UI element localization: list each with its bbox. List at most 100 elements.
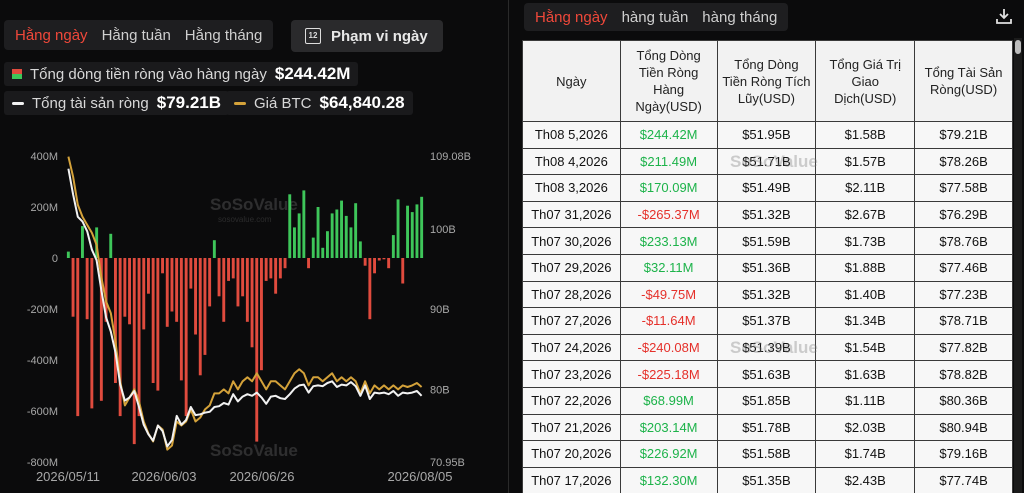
download-icon[interactable] xyxy=(994,6,1014,26)
cell-cumulative-net-inflow: $51.35B xyxy=(716,466,817,493)
cell-value-traded: $1.58B xyxy=(815,121,916,149)
inflow-bar xyxy=(344,215,348,258)
inflow-bar xyxy=(316,207,320,258)
inflow-bar xyxy=(81,226,84,258)
cell-date: Th08 5,2026 xyxy=(522,121,621,149)
table-row[interactable]: Th07 27,2026 -$11.64M $51.37B $1.34B $78.71B xyxy=(522,307,1013,335)
cell-cumulative-net-inflow: $51.95B xyxy=(716,121,817,149)
inflow-bar xyxy=(90,258,94,409)
table-row[interactable]: Th07 20,2026 $226.92M $51.58B $1.74B $79.16B xyxy=(522,440,1013,468)
cell-daily-net-inflow: $68.99M xyxy=(619,386,718,415)
inflow-bar xyxy=(109,233,113,258)
inflow-bar xyxy=(227,258,230,281)
cell-cumulative-net-inflow: $51.49B xyxy=(716,174,817,202)
inflow-swatch xyxy=(12,69,22,79)
flow-table: Ngày Tổng Dòng Tiền Ròng Hàng Ngày(USD) … xyxy=(522,40,1013,493)
cell-daily-net-inflow: $244.42M xyxy=(619,121,718,149)
chart-watermark: SoSoValue xyxy=(210,441,298,460)
tab-daily[interactable]: Hằng ngày xyxy=(8,23,95,48)
inflow-bar xyxy=(137,258,141,417)
tab-weekly[interactable]: Hằng tuần xyxy=(95,23,178,48)
left-axis-tick: 0 xyxy=(52,253,58,265)
legend-btc-price: Giá BTC $64,840.28 xyxy=(226,91,413,115)
inflow-bar xyxy=(358,241,362,258)
cell-cumulative-net-inflow: $51.63B xyxy=(716,360,817,388)
inflow-bar xyxy=(354,203,358,258)
table-row[interactable]: Th07 28,2026 -$49.75M $51.32B $1.40B $77.23B xyxy=(522,280,1013,309)
table-row[interactable]: Th07 21,2026 $203.14M $51.78B $2.03B $80.94B xyxy=(522,413,1013,442)
cell-value-traded: $2.03B xyxy=(815,413,916,442)
cell-value-traded: $2.11B xyxy=(815,174,916,202)
inflow-bar xyxy=(85,258,89,320)
cell-date: Th07 22,2026 xyxy=(522,386,621,415)
cell-cumulative-net-inflow: $51.36B xyxy=(716,253,817,282)
inflow-bar xyxy=(203,258,207,355)
inflow-bar xyxy=(260,258,263,371)
cell-cumulative-net-inflow: $51.85B xyxy=(716,386,817,415)
col-cumulative-net-inflow[interactable]: Tổng Dòng Tiền Ròng Tích Lũy(USD) xyxy=(716,40,817,122)
cell-cumulative-net-inflow: $51.32B xyxy=(716,280,817,309)
table-period-tabs: Hằng ngày hàng tuần hàng tháng xyxy=(524,3,789,31)
table-row[interactable]: Th07 29,2026 $32.11M $51.36B $1.88B $77.46B xyxy=(522,253,1013,282)
col-total-net-assets[interactable]: Tổng Tài Sản Ròng(USD) xyxy=(914,40,1013,122)
inflow-bar xyxy=(293,227,296,258)
inflow-bar xyxy=(377,258,381,261)
cell-date: Th07 28,2026 xyxy=(522,280,621,309)
cell-total-net-assets: $76.29B xyxy=(914,200,1013,229)
table-scrollbar[interactable] xyxy=(1014,38,1022,493)
table-row[interactable]: Th07 22,2026 $68.99M $51.85B $1.11B $80.36B xyxy=(522,386,1013,415)
inflow-chart[interactable]: 400M 200M 0 -200M -400M -600M -800M 109.08B 100B… xyxy=(0,140,506,493)
right-axis-tick: 70.95B xyxy=(430,457,465,469)
chart-watermark-sub: sosovalue.com xyxy=(218,215,272,224)
table-row[interactable]: Th08 5,2026 $244.42M $51.95B $1.58B $79.21B xyxy=(522,121,1013,149)
table-row[interactable]: Th08 4,2026 $211.49M $51.71B $1.57B $78.26B xyxy=(522,147,1013,176)
cell-date: Th08 4,2026 xyxy=(522,147,621,176)
inflow-bar xyxy=(410,212,414,258)
inflow-bar xyxy=(76,258,80,417)
inflow-bar xyxy=(128,258,131,325)
cell-value-traded: $2.43B xyxy=(815,466,916,493)
legend-net-assets: Tổng tài sản ròng $79.21B xyxy=(4,91,230,115)
cell-total-net-assets: $77.23B xyxy=(914,280,1013,309)
cell-value-traded: $1.88B xyxy=(815,253,916,282)
inflow-bar xyxy=(175,258,179,322)
inflow-bar xyxy=(208,258,212,307)
left-axis-tick: 400M xyxy=(30,151,58,163)
table-row[interactable]: Th07 30,2026 $233.13M $51.59B $1.73B $78.76B xyxy=(522,227,1013,255)
date-range-button[interactable]: 12 Phạm vi ngày xyxy=(291,20,443,52)
cell-daily-net-inflow: -$49.75M xyxy=(619,280,718,309)
inflow-bar xyxy=(118,258,122,417)
col-daily-net-inflow[interactable]: Tổng Dòng Tiền Ròng Hàng Ngày(USD) xyxy=(619,40,718,122)
inflow-bar xyxy=(212,240,216,258)
col-date[interactable]: Ngày xyxy=(522,40,621,122)
table-row[interactable]: Th07 31,2026 -$265.37M $51.32B $2.67B $76.29… xyxy=(522,200,1013,229)
cell-date: Th07 21,2026 xyxy=(522,413,621,442)
table-tab-daily[interactable]: Hằng ngày xyxy=(528,5,615,30)
legend-daily-inflow: Tổng dòng tiền ròng vào hàng ngày $244.4… xyxy=(4,62,359,86)
table-row[interactable]: Th07 23,2026 -$225.18M $51.63B $1.63B $78.82… xyxy=(522,360,1013,388)
table-tab-weekly[interactable]: hàng tuần xyxy=(615,5,696,30)
inflow-bar xyxy=(123,258,127,317)
inflow-bar xyxy=(198,258,202,376)
inflow-bar xyxy=(368,258,372,320)
table-row[interactable]: Th07 17,2026 $132.30M $51.35B $2.43B $77.74B xyxy=(522,466,1013,493)
left-axis-tick: -400M xyxy=(27,355,58,367)
cell-total-net-assets: $79.16B xyxy=(914,440,1013,468)
cell-daily-net-inflow: -$225.18M xyxy=(619,360,718,388)
inflow-bar xyxy=(184,258,188,417)
inflow-bar xyxy=(132,258,136,445)
inflow-bar xyxy=(373,258,376,274)
legend-btc-label: Giá BTC xyxy=(254,94,312,112)
date-range-label: Phạm vi ngày xyxy=(331,27,428,45)
inflow-bar xyxy=(335,209,339,258)
table-tab-monthly[interactable]: hàng tháng xyxy=(695,5,784,30)
table-row[interactable]: Th07 24,2026 -$240.08M $51.39B $1.54B $77.82… xyxy=(522,333,1013,362)
cell-cumulative-net-inflow: $51.37B xyxy=(716,307,817,335)
flow-table-container[interactable]: Ngày Tổng Dòng Tiền Ròng Hàng Ngày(USD) … xyxy=(522,40,1013,493)
cell-daily-net-inflow: $32.11M xyxy=(619,253,718,282)
tab-monthly[interactable]: Hằng tháng xyxy=(178,23,270,48)
cell-cumulative-net-inflow: $51.59B xyxy=(716,227,817,255)
col-value-traded[interactable]: Tổng Giá Trị Giao Dịch(USD) xyxy=(815,40,916,122)
table-row[interactable]: Th08 3,2026 $170.09M $51.49B $2.11B $77.58B xyxy=(522,174,1013,202)
table-scroll-thumb[interactable] xyxy=(1015,40,1021,54)
